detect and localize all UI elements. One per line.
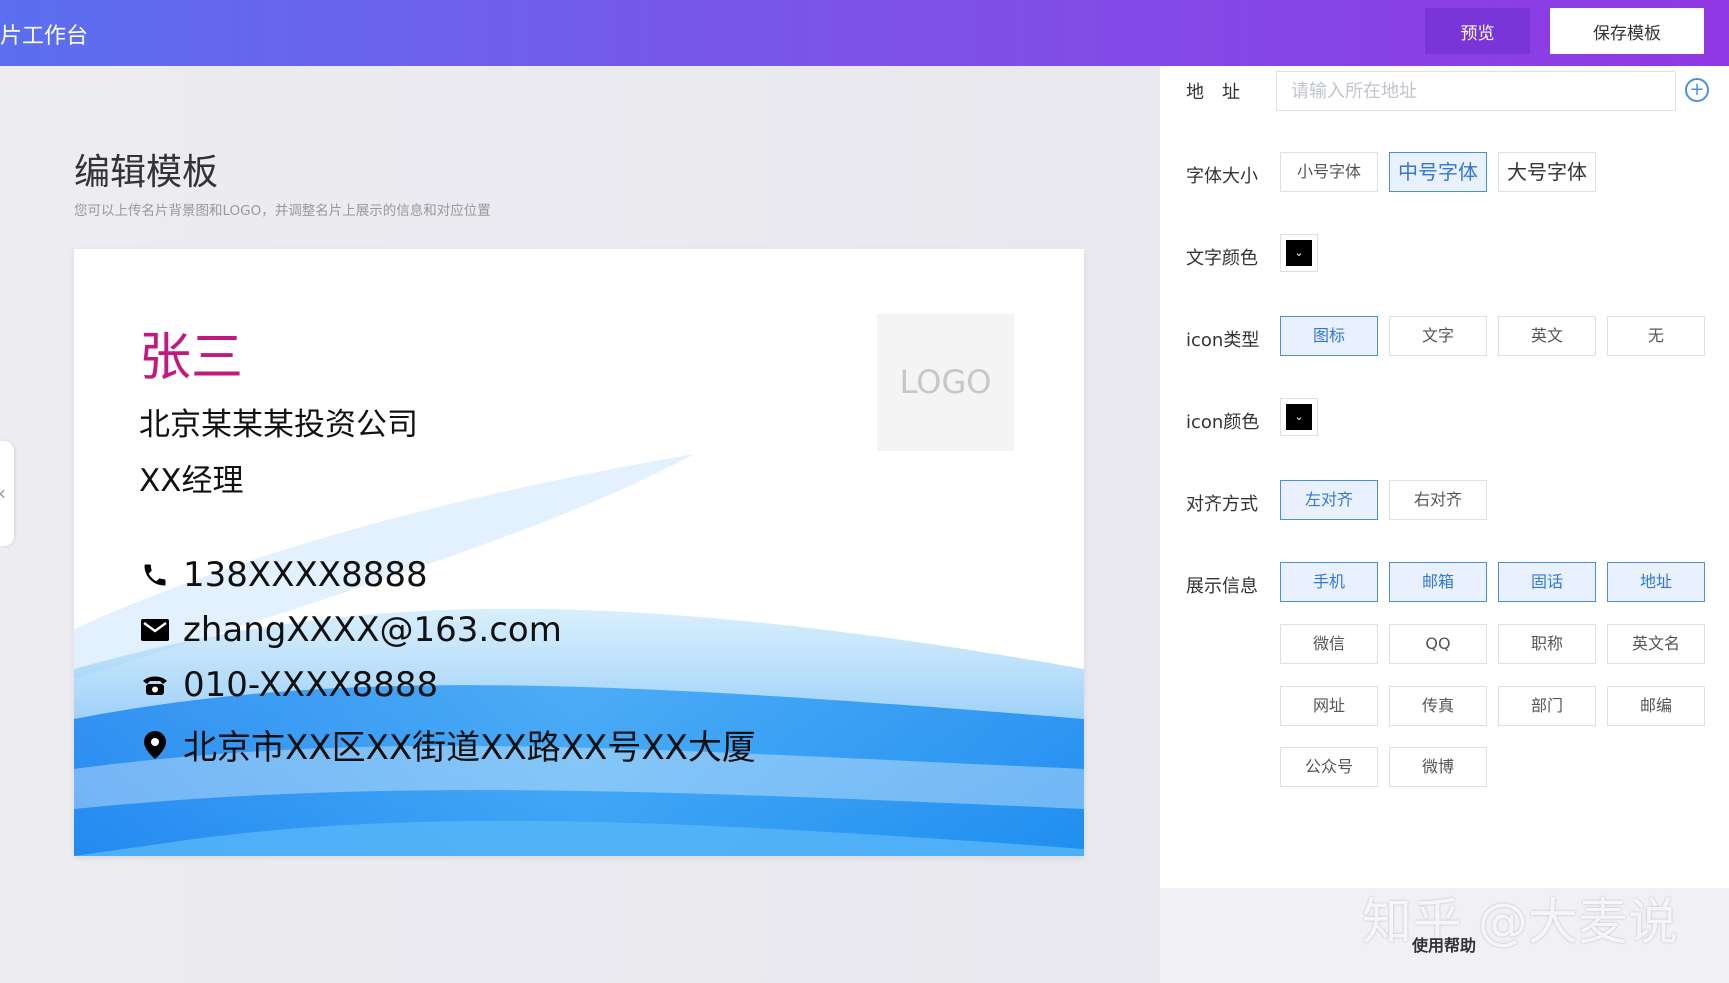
contact-text: zhangXXXX@163.com: [183, 610, 562, 650]
page-title: 编辑模板: [74, 152, 219, 193]
display-info-label: 展示信息: [1186, 576, 1258, 597]
display-official-account-option[interactable]: 公众号: [1280, 747, 1378, 787]
settings-panel: 地 址 + 字体大小 小号字体 中号字体 大号字体 文字颜色 ⌄ icon类型 …: [1160, 66, 1729, 888]
contact-row-email[interactable]: zhangXXXX@163.com: [139, 610, 562, 650]
chevron-down-icon: ⌄: [1286, 240, 1312, 266]
align-label: 对齐方式: [1186, 494, 1258, 515]
display-title-option[interactable]: 职称: [1498, 624, 1596, 664]
icon-type-icon-option[interactable]: 图标: [1280, 316, 1378, 356]
font-size-medium-option[interactable]: 中号字体: [1389, 152, 1487, 192]
save-template-button[interactable]: 保存模板: [1550, 8, 1704, 54]
chevron-down-icon: ⌄: [1286, 404, 1312, 430]
top-bar: 片工作台 预览 保存模板: [0, 0, 1729, 66]
icon-type-english-option[interactable]: 英文: [1498, 316, 1596, 356]
display-fax-option[interactable]: 传真: [1389, 686, 1487, 726]
display-email-option[interactable]: 邮箱: [1389, 562, 1487, 602]
display-wechat-option[interactable]: 微信: [1280, 624, 1378, 664]
display-website-option[interactable]: 网址: [1280, 686, 1378, 726]
text-color-label: 文字颜色: [1186, 248, 1258, 269]
page-subtitle: 您可以上传名片背景图和LOGO，并调整名片上展示的信息和对应位置: [74, 203, 491, 219]
add-circle-icon[interactable]: +: [1685, 78, 1709, 102]
card-logo-placeholder[interactable]: LOGO: [877, 314, 1014, 451]
watermark: 知乎 @大麦说: [1362, 893, 1678, 951]
display-department-option[interactable]: 部门: [1498, 686, 1596, 726]
display-english-name-option[interactable]: 英文名: [1607, 624, 1705, 664]
business-card-preview[interactable]: 张三 北京某某某投资公司 XX经理 LOGO 138XXXX8888 zhang…: [74, 249, 1084, 856]
font-size-large-option[interactable]: 大号字体: [1498, 152, 1596, 192]
font-size-label: 字体大小: [1186, 166, 1258, 187]
preview-button[interactable]: 预览: [1425, 8, 1530, 54]
phone-icon: [139, 559, 171, 591]
landline-icon: [139, 669, 171, 701]
app-title: 片工作台: [0, 24, 89, 49]
address-label: 地 址: [1186, 82, 1240, 103]
contact-text: 010-XXXX8888: [183, 665, 439, 705]
contact-text: 北京市XX区XX街道XX路XX号XX大厦: [183, 728, 756, 768]
display-qq-option[interactable]: QQ: [1389, 624, 1487, 664]
align-left-option[interactable]: 左对齐: [1280, 480, 1378, 520]
contact-row-phone[interactable]: 138XXXX8888: [139, 555, 428, 595]
address-input[interactable]: [1276, 71, 1676, 111]
contact-row-landline[interactable]: 010-XXXX8888: [139, 665, 438, 705]
help-link[interactable]: 使用帮助: [1412, 932, 1476, 956]
display-postcode-option[interactable]: 邮编: [1607, 686, 1705, 726]
card-company[interactable]: 北京某某某投资公司: [139, 399, 418, 444]
email-icon: [139, 614, 171, 646]
card-name[interactable]: 张三: [139, 315, 243, 390]
icon-color-picker[interactable]: ⌄: [1280, 398, 1318, 436]
font-size-small-option[interactable]: 小号字体: [1280, 152, 1378, 192]
card-job-title[interactable]: XX经理: [139, 455, 243, 500]
display-address-option[interactable]: 地址: [1607, 562, 1705, 602]
icon-type-label: icon类型: [1186, 330, 1260, 351]
contact-row-address[interactable]: 北京市XX区XX街道XX路XX号XX大厦: [139, 720, 756, 769]
contact-text: 138XXXX8888: [183, 555, 428, 595]
collapse-sidebar-handle[interactable]: ‹: [0, 441, 14, 546]
display-weibo-option[interactable]: 微博: [1389, 747, 1487, 787]
icon-type-text-option[interactable]: 文字: [1389, 316, 1487, 356]
display-landline-option[interactable]: 固话: [1498, 562, 1596, 602]
icon-type-none-option[interactable]: 无: [1607, 316, 1705, 356]
text-color-picker[interactable]: ⌄: [1280, 234, 1318, 272]
icon-color-label: icon颜色: [1186, 412, 1260, 433]
display-mobile-option[interactable]: 手机: [1280, 562, 1378, 602]
location-icon: [139, 729, 171, 761]
editor-area: ‹ 编辑模板 您可以上传名片背景图和LOGO，并调整名片上展示的信息和对应位置: [0, 66, 1160, 983]
align-right-option[interactable]: 右对齐: [1389, 480, 1487, 520]
chevron-left-icon: ‹: [0, 481, 6, 505]
